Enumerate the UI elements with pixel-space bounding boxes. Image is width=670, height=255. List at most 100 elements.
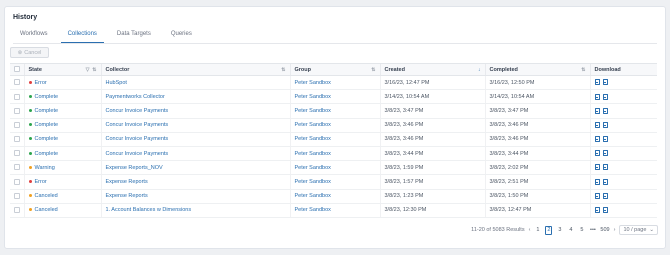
collector-link[interactable]: Expense Reports [100,174,290,190]
download-file-icon[interactable] [594,107,600,114]
completed-cell: 3/8/23, 3:47 PM [484,103,590,119]
next-page-icon[interactable]: › [614,227,616,233]
prev-page-icon[interactable]: ‹ [529,227,531,233]
page-size-select[interactable]: 10 / page ⌄ [619,225,658,235]
row-checkbox[interactable] [14,93,20,100]
table-row[interactable]: Complete Concur Invoice Payments Peter San… [10,132,657,147]
download-file-icon[interactable] [594,150,600,157]
download-file-icon[interactable] [594,121,600,128]
download-file-icon[interactable] [594,136,600,143]
filter-icon[interactable]: ▽ [86,67,90,73]
download-log-icon[interactable] [602,93,608,100]
download-log-icon[interactable] [602,150,608,157]
collector-link[interactable]: HubSpot [100,75,290,91]
collector-link[interactable]: 1. Account Balances w Dimensions [100,203,290,218]
state-cell[interactable]: Complete [23,118,101,133]
state-label: Error [34,178,47,185]
table-row[interactable]: Warning Expense Reports_NOV Peter Sandbox 3… [10,160,657,176]
group-link[interactable]: Peter Sandbox [289,132,380,147]
download-log-icon[interactable] [602,164,608,171]
download-file-icon[interactable] [594,93,600,100]
page-1[interactable]: 1 [534,226,541,235]
state-cell[interactable]: Error [23,174,101,190]
table-row[interactable]: Complete Paymentworks Collector Peter Sand… [10,89,657,105]
sort-icon[interactable]: ⇅ [581,67,585,73]
row-checkbox[interactable] [14,178,20,185]
page-last[interactable]: 509 [600,226,609,235]
sort-icon[interactable]: ⇅ [371,67,375,73]
page-3[interactable]: 3 [556,226,563,235]
table-row[interactable]: Error HubSpot Peter Sandbox 3/16/23, 12:47 … [10,75,657,91]
download-log-icon[interactable] [602,136,608,143]
row-checkbox[interactable] [14,136,20,143]
group-link[interactable]: Peter Sandbox [289,103,380,119]
row-checkbox[interactable] [14,207,20,214]
table-row[interactable]: Canceled Expense Reports Peter Sandbox 3/8/… [10,189,657,204]
sort-icon[interactable]: ⇅ [92,67,96,73]
tab-collections[interactable]: Collections [60,28,104,43]
group-link[interactable]: Peter Sandbox [289,203,380,218]
row-checkbox[interactable] [14,121,20,128]
download-file-icon[interactable] [594,79,600,86]
state-cell[interactable]: Error [23,75,101,91]
header-completed[interactable]: Completed ⇅ [484,63,590,76]
table-row[interactable]: Complete Concur Invoice Payments Peter San… [10,146,657,162]
download-file-icon[interactable] [594,178,600,185]
group-link[interactable]: Peter Sandbox [289,89,380,105]
page-2[interactable]: 2 [545,225,553,235]
state-cell[interactable]: Complete [23,132,101,147]
collector-link[interactable]: Concur Invoice Payments [100,103,290,119]
download-file-icon[interactable] [594,207,600,214]
table-row[interactable]: Error Expense Reports Peter Sandbox 3/8/23,… [10,174,657,190]
table-row[interactable]: Complete Concur Invoice Payments Peter San… [10,118,657,133]
group-link[interactable]: Peter Sandbox [289,146,380,162]
collector-link[interactable]: Paymentworks Collector [100,89,290,105]
state-cell[interactable]: Complete [23,89,101,105]
sort-icon[interactable]: ⇅ [281,67,285,73]
download-log-icon[interactable] [602,178,608,185]
table-row[interactable]: Complete Concur Invoice Payments Peter San… [10,103,657,119]
row-checkbox[interactable] [14,164,20,171]
sort-desc-icon[interactable]: ↓ [478,67,481,73]
collector-link[interactable]: Expense Reports [100,189,290,204]
table-row[interactable]: Canceled 1. Account Balances w Dimensions… [10,203,657,218]
created-cell: 3/8/23, 1:23 PM [379,189,485,204]
group-link[interactable]: Peter Sandbox [289,174,380,190]
download-log-icon[interactable] [602,121,608,128]
page-4[interactable]: 4 [567,226,574,235]
group-link[interactable]: Peter Sandbox [289,189,380,204]
tab-workflows[interactable]: Workflows [13,28,55,43]
group-link[interactable]: Peter Sandbox [289,118,380,133]
download-file-icon[interactable] [594,192,600,199]
download-file-icon[interactable] [594,164,600,171]
header-state[interactable]: State ▽ ⇅ [23,63,101,76]
download-log-icon[interactable] [602,79,608,86]
header-collector[interactable]: Collector ⇅ [100,63,290,76]
download-log-icon[interactable] [602,192,608,199]
collector-link[interactable]: Concur Invoice Payments [100,146,290,162]
group-link[interactable]: Peter Sandbox [289,160,380,176]
tab-queries[interactable]: Queries [164,28,199,43]
select-all-checkbox[interactable] [14,66,20,73]
row-checkbox[interactable] [14,107,20,114]
state-cell[interactable]: Complete [23,103,101,119]
collector-link[interactable]: Concur Invoice Payments [100,132,290,147]
cancel-button[interactable]: ⊗ Cancel [10,47,49,58]
download-log-icon[interactable] [602,207,608,214]
collector-link[interactable]: Expense Reports_NOV [100,160,290,176]
row-checkbox[interactable] [14,150,20,157]
row-checkbox[interactable] [14,192,20,199]
state-cell[interactable]: Canceled [23,203,101,218]
download-log-icon[interactable] [602,107,608,114]
page-5[interactable]: 5 [578,226,585,235]
group-link[interactable]: Peter Sandbox [289,75,380,91]
collector-link[interactable]: Concur Invoice Payments [100,118,290,133]
header-group[interactable]: Group ⇅ [289,63,380,76]
state-cell[interactable]: Complete [23,146,101,162]
header-created[interactable]: Created ↓ [379,63,485,76]
state-cell[interactable]: Canceled [23,189,101,204]
tab-data-targets[interactable]: Data Targets [110,28,158,43]
row-checkbox[interactable] [14,79,20,86]
state-cell[interactable]: Warning [23,160,101,176]
page-ellipsis[interactable]: ••• [589,226,596,235]
